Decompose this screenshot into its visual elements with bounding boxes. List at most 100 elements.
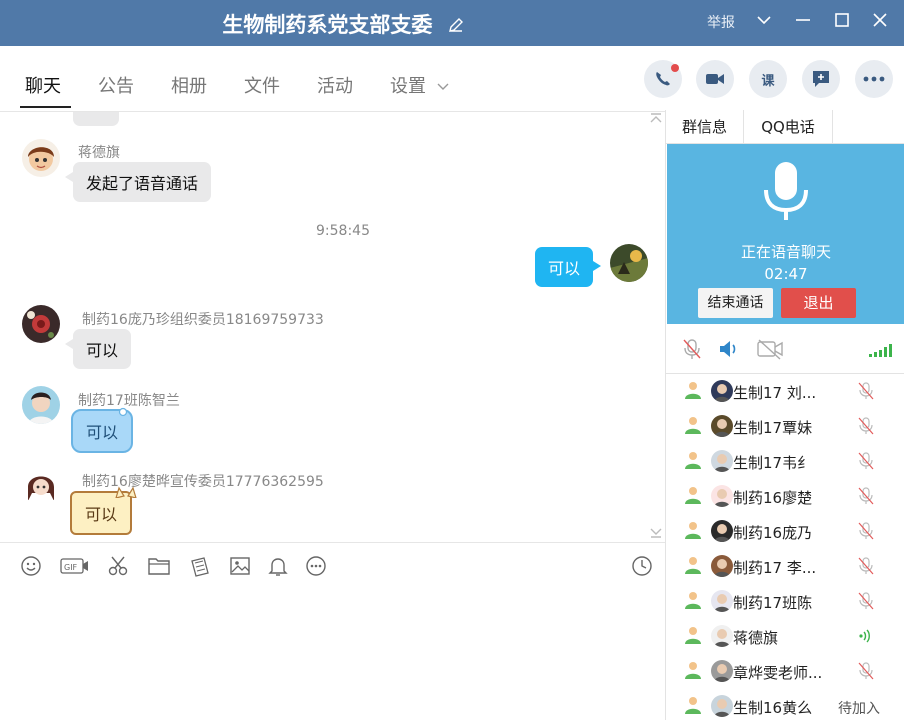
member-avatar [711, 485, 733, 507]
more-dots-icon [863, 76, 885, 82]
add-chat-button[interactable] [802, 60, 840, 98]
scissors-icon[interactable] [107, 555, 129, 577]
tab-settings-label: 设置 [390, 76, 426, 97]
member-name: 制药17班陈 [733, 594, 813, 612]
emoji-icon[interactable] [20, 555, 42, 577]
member-name: 章烨雯老师... [733, 664, 823, 682]
lesson-label: 课 [761, 73, 775, 89]
bell-icon[interactable] [267, 555, 289, 577]
tab-album[interactable]: 相册 [171, 72, 207, 98]
tab-group-info[interactable]: 群信息 [666, 110, 744, 144]
sender-name: 制药17班陈智兰 [78, 393, 180, 409]
close-icon[interactable] [870, 10, 890, 30]
message-timestamp: 9:58:45 [316, 223, 370, 239]
speaking-icon [858, 627, 874, 649]
member-name: 制药16庞乃 [733, 524, 813, 542]
avatar[interactable] [22, 386, 60, 424]
more-button[interactable] [855, 60, 893, 98]
member-row[interactable]: 制药17 李... [666, 549, 904, 584]
avatar[interactable] [22, 305, 60, 343]
mic-muted-icon [858, 522, 874, 544]
quit-call-button[interactable]: 退出 [781, 288, 856, 318]
member-row[interactable]: 制药16廖楚 [666, 479, 904, 514]
minimize-icon[interactable] [793, 10, 813, 30]
member-name: 制药17 李... [733, 559, 817, 577]
member-avatar [711, 380, 733, 402]
avatar[interactable] [22, 139, 60, 177]
tab-qq-call[interactable]: QQ电话 [744, 110, 833, 144]
chevron-down-icon [437, 83, 449, 90]
clock-history-icon[interactable] [631, 555, 653, 577]
gallery-icon[interactable] [189, 555, 211, 577]
scroll-up-icon[interactable] [650, 112, 662, 126]
gif-icon[interactable]: GIF [60, 555, 90, 577]
bubble-decoration-icon [118, 407, 128, 417]
more-options-icon[interactable] [305, 555, 327, 577]
member-row[interactable]: 制药16庞乃 [666, 514, 904, 549]
voice-call-button[interactable] [644, 60, 682, 98]
active-tab-indicator [20, 106, 71, 108]
mic-muted-icon [858, 487, 874, 509]
tab-activities[interactable]: 活动 [317, 72, 353, 98]
message-input-area[interactable] [0, 588, 666, 720]
speaker-icon[interactable] [718, 338, 738, 364]
report-button[interactable]: 举报 [707, 12, 735, 32]
camera-off-icon[interactable] [756, 338, 784, 364]
person-icon [683, 450, 703, 474]
tab-announcement[interactable]: 公告 [98, 72, 134, 98]
message-bubble[interactable]: 发起了语音通话 [64, 162, 212, 202]
member-avatar [711, 695, 733, 717]
group-name: 生物制药系党支部支委 [222, 13, 433, 37]
microphone-icon [764, 162, 808, 220]
video-call-button[interactable] [696, 60, 734, 98]
phone-icon [656, 72, 670, 86]
chat-plus-icon [813, 71, 829, 87]
tab-settings[interactable]: 设置 [390, 72, 450, 98]
person-icon [683, 695, 703, 719]
right-panel: 群信息 QQ电话 正在语音聊天 02:47 结束通话 退出 生制17 刘... … [665, 110, 904, 720]
member-row[interactable]: 生制17 刘... [666, 374, 904, 409]
image-icon[interactable] [229, 555, 251, 577]
message-list[interactable]: 蒋德旗 发起了语音通话 9:58:45 可以 制药16庞乃珍组织委员181697… [0, 112, 666, 542]
lesson-button[interactable]: 课 [749, 60, 787, 98]
voice-call-panel: 正在语音聊天 02:47 结束通话 退出 [667, 144, 904, 324]
member-avatar [711, 555, 733, 577]
avatar[interactable] [22, 467, 60, 505]
member-row[interactable]: 生制17韦纟 [666, 444, 904, 479]
folder-icon[interactable] [147, 555, 171, 577]
tab-bar: 聊天 公告 相册 文件 活动 设置 课 [0, 46, 893, 112]
qq-group-chat-window: 生物制药系党支部支委 举报 聊天 公告 相册 文件 活动 设置 课 蒋德旗 发起… [0, 0, 904, 720]
end-call-button[interactable]: 结束通话 [698, 288, 773, 318]
title-bar: 生物制药系党支部支委 举报 [0, 0, 904, 46]
compose-toolbar: GIF [0, 542, 666, 588]
message-bubble[interactable]: 可以 [64, 329, 132, 369]
mic-muted-icon [858, 417, 874, 439]
maximize-icon[interactable] [832, 10, 852, 30]
tab-chat[interactable]: 聊天 [25, 72, 61, 98]
mic-muted-icon [858, 592, 874, 614]
chevron-down-icon[interactable] [754, 10, 774, 30]
my-avatar[interactable] [610, 244, 648, 282]
member-row[interactable]: 生制16黄么 待加入 [666, 689, 904, 720]
member-row[interactable]: 制药17班陈 [666, 584, 904, 619]
my-message-bubble[interactable]: 可以 [535, 247, 602, 287]
person-icon [683, 415, 703, 439]
person-icon [683, 380, 703, 404]
mic-muted-icon[interactable] [682, 338, 702, 364]
signal-strength-icon [869, 342, 893, 361]
video-camera-icon [706, 74, 724, 84]
member-avatar [711, 590, 733, 612]
member-row[interactable]: 蒋德旗 [666, 619, 904, 654]
window-title: 生物制药系党支部支委 [0, 9, 686, 39]
edit-icon[interactable] [448, 14, 464, 38]
member-avatar [711, 625, 733, 647]
scroll-down-icon[interactable] [650, 527, 662, 541]
member-row[interactable]: 生制17覃妹 [666, 409, 904, 444]
notification-dot [671, 64, 679, 72]
member-row[interactable]: 章烨雯老师... [666, 654, 904, 689]
sender-name: 蒋德旗 [78, 145, 120, 161]
tab-files[interactable]: 文件 [244, 72, 280, 98]
cat-ears-decoration-icon [115, 486, 137, 498]
call-status: 正在语音聊天 [740, 243, 831, 261]
person-icon [683, 625, 703, 649]
